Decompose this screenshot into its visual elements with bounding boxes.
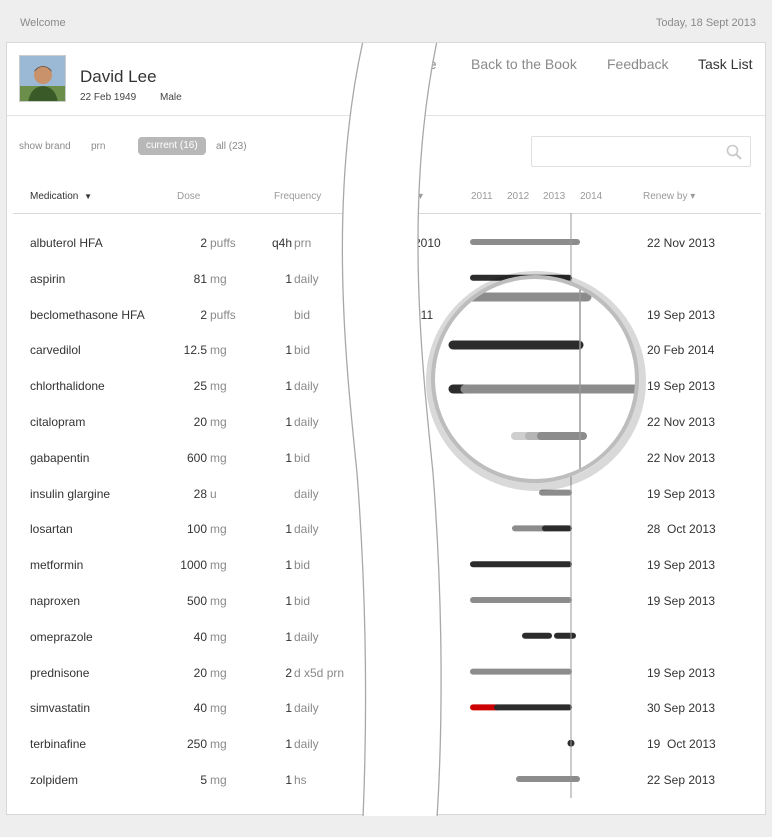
welcome-text: Welcome — [20, 17, 66, 29]
medication-panel: David Lee 22 Feb 1949 Male ne Back to th… — [6, 42, 766, 816]
top-bar: Welcome Today, 18 Sept 2013 — [0, 0, 772, 42]
today-date: Today, 18 Sept 2013 — [655, 17, 756, 29]
magnifier-overlay — [341, 43, 646, 816]
page-cut-band — [342, 43, 442, 816]
